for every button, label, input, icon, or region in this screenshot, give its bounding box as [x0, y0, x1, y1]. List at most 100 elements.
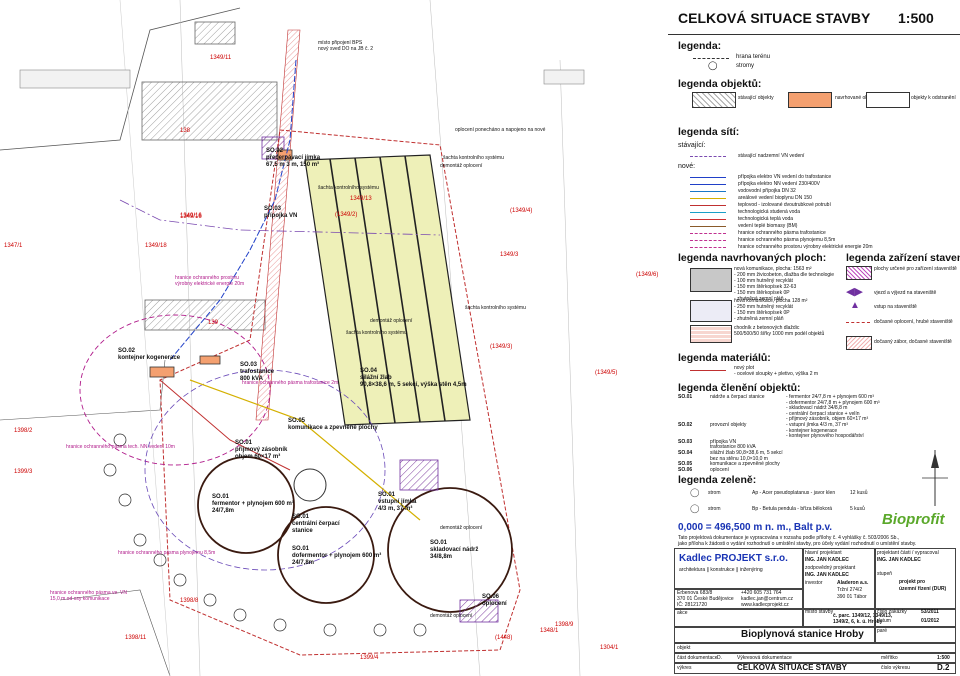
equipment-heading: legenda zařízení staveniště:: [846, 252, 960, 264]
structure-code: SO.06: [678, 466, 693, 473]
parcel-label: (1349/5): [595, 370, 618, 376]
plan-note: hranice ochranného pásma trafostanice 2m: [242, 380, 339, 386]
network-line-icon: [690, 191, 726, 192]
parcel-label: 1398/11: [125, 635, 147, 641]
network-line-icon: [690, 226, 726, 227]
legend-item: stávající nadzemní VN vedení: [738, 153, 805, 159]
parcel-label: 1398/8: [180, 598, 199, 604]
project-name: Bioplynová stanice Hroby: [741, 629, 864, 640]
legend-item: hranice ochranného pásma plynojemu 8,5m: [738, 237, 836, 243]
parcel-label: 138: [180, 128, 191, 134]
plan-note: oplocení ponecháno a napojeno na nové: [455, 127, 546, 133]
structure-code: SO.02: [678, 422, 693, 428]
plan-note: šachta kontrolního systému: [346, 330, 407, 336]
so03-line-label: SO.03 přípojka VN: [264, 206, 298, 219]
parcel-label: (1349/2): [335, 212, 358, 218]
drawing-title: CELKOVÁ SITUACE STAVBY: [737, 663, 847, 672]
plan-note: šachta kontrolního systému: [443, 155, 504, 161]
so01-fermentor-label: SO.01 fermentor + plynojem 600 m³ 24/7,8m: [212, 494, 294, 514]
legend-item: dočasný zábor, dočasné staveniště: [874, 339, 952, 345]
equipment-swatch: [846, 266, 872, 280]
tree-icon: ◯: [690, 487, 700, 497]
structure-code: SO.03: [678, 438, 693, 445]
legend-item: vstup na staveniště: [874, 304, 917, 310]
area-swatch: [690, 325, 732, 343]
structure-code: SO.01: [678, 394, 693, 400]
legend-item: stromy: [736, 63, 754, 69]
existing-building: [19, 69, 131, 89]
network-line-icon: [690, 156, 726, 157]
networks-new-heading: nové:: [678, 163, 696, 170]
removed-object-swatch: [866, 92, 910, 108]
existing-building: [144, 299, 266, 331]
plan-note: hranice ochranného pásma tech. NN vedení…: [66, 444, 175, 450]
so01-dofermentor-label: SO.01 dofermentor + plynojem 600 m³ 24/7,8…: [292, 546, 382, 566]
legend-heading: legenda:: [678, 40, 722, 52]
brand-logo: Bioprofit: [882, 511, 945, 528]
legend-item: strom: [708, 490, 721, 496]
legend-item: přípojka elektro NN vedení 230/400V: [738, 181, 820, 187]
network-line-icon: [690, 219, 726, 220]
structure-heading: legenda členění objektů:: [678, 382, 801, 394]
proposed-object-swatch: [788, 92, 832, 108]
parcel-label: 1347/1: [4, 243, 23, 249]
drawing-sheet: 1349/16 1349/16 1349/18 1349/13 (1349/2)…: [0, 0, 960, 676]
transformer-station: [199, 355, 221, 365]
structure-name: oplocení: [710, 466, 729, 473]
network-line-icon: [690, 233, 726, 234]
tree-icon: ◯: [708, 60, 718, 70]
north-arrow-icon: [922, 450, 948, 506]
order-box: číslo zakázky 53/2011 datum 01/2012: [874, 608, 956, 628]
datum-note: jako příloha k žádosti o vydání rozhodnu…: [678, 541, 917, 547]
area-swatch: [690, 300, 732, 322]
existing-object-swatch: [692, 92, 736, 108]
stage-box: projektant části / vypracoval ING. JAN K…: [874, 548, 956, 610]
area-swatch: [690, 268, 732, 292]
datum-line: 0,000 = 496,500 m n. m., Balt p.v.: [678, 522, 833, 533]
plan-note: demontáž oplocení: [440, 163, 483, 169]
access-arrow-icon: ▲: [850, 300, 860, 311]
plan-note: demontáž oplocení: [370, 318, 413, 324]
existing-building: [141, 81, 278, 141]
terrain-edge-icon: [693, 58, 729, 59]
legend-item: areálové vedení bioplynu DN 150: [738, 195, 812, 201]
address-box: Erbenova 683/8 370 01 České Budějovice I…: [674, 588, 804, 610]
entry-arrow-icon: ◀▶: [846, 286, 863, 298]
site-plan: 1349/16: [0, 0, 664, 676]
plan-note: místo připojení BPS nový sveđ DO na JB č.…: [318, 40, 374, 52]
plan-note: hranice ochranného prostoru výrobny elekt…: [175, 275, 245, 287]
parcel-label: (1349/4): [510, 208, 533, 214]
so01-storage-label: SO.01 skladovací nádrž 34/8,8m: [430, 540, 479, 560]
legend-panel: CELKOVÁ SITUACE STAVBY 1:500 legenda: hr…: [668, 0, 960, 676]
existing-building: [543, 69, 585, 85]
legend-item: stávající objekty: [738, 95, 774, 101]
so02-label: SO.02 kontejner kogenerace: [118, 348, 181, 361]
legend-item: vedení teplé biomasy (BM): [738, 223, 798, 229]
legend-item: strom: [708, 506, 721, 512]
legend-item: vodovodní přípojka DN 32: [738, 188, 796, 194]
legend-item: Ap - Acer pseudoplatanus - javor klen: [752, 490, 836, 496]
company-box: Kadlec PROJEKT s.r.o. architektura ∥ kon…: [674, 548, 804, 590]
network-line-icon: [690, 205, 726, 206]
parcel-label: 1399/4: [360, 655, 379, 661]
parcel-label: 1398/9: [555, 622, 574, 628]
structure-detail: - kontejner plynového hospodářství: [786, 433, 864, 440]
legend-item: hranice ochranného prostoru výrobny elek…: [738, 244, 873, 250]
legend-item: 5 kusů: [850, 506, 865, 512]
fence-line-icon: [690, 370, 726, 371]
network-line-icon: [690, 247, 726, 248]
objects-heading: legenda objektů:: [678, 78, 762, 90]
parcel-label: 1349/18: [145, 243, 167, 249]
site-box: místo stavby č. parc. 1349/12, 1349/13, …: [802, 608, 892, 628]
structure-code: SO.04: [678, 450, 693, 456]
company-name: Kadlec PROJEKT s.r.o.: [679, 553, 788, 564]
areas-heading: legenda navrhovaných ploch:: [678, 252, 827, 264]
so05-label: SO.05 komunikace a zpevněné plochy: [288, 418, 378, 431]
parcel-label: 1399/3: [14, 469, 33, 475]
plan-note: hranice ochranného pásma plynojemu 8,5m: [118, 550, 216, 556]
title-header: CELKOVÁ SITUACE STAVBY 1:500: [668, 0, 960, 35]
parcel-label: 1398/2: [14, 428, 33, 434]
legend-item: technologická teplá voda: [738, 216, 794, 222]
drawing-row: výkres CELKOVÁ SITUACE STAVBY číslo výkr…: [674, 662, 956, 674]
so01-hopper-label: SO.01 přijmový zásobník objem 60×17 m³: [235, 440, 288, 460]
